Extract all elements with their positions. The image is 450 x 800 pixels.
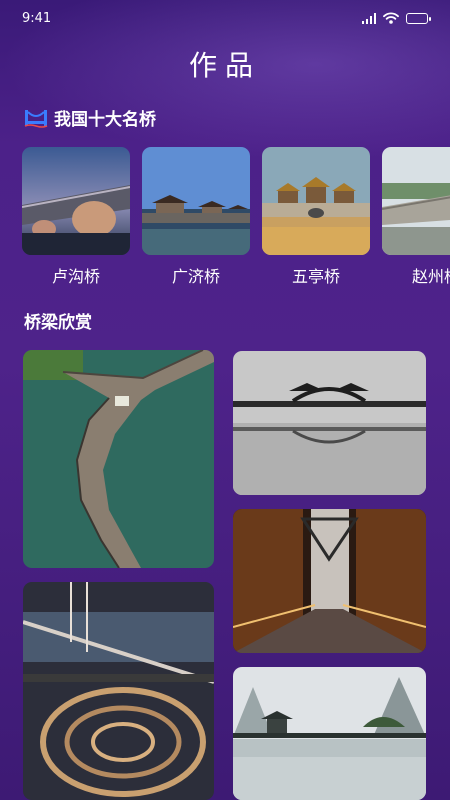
famous-bridges-header: 我国十大名桥 xyxy=(24,105,156,130)
wifi-icon xyxy=(383,12,399,24)
status-time: 9:41 xyxy=(22,10,52,26)
bridge-card-zhaozhou[interactable]: 赵州桥 xyxy=(382,147,450,287)
bridge-icon xyxy=(24,109,48,128)
bridge-card-guangji[interactable]: 广济桥 xyxy=(142,147,250,287)
signal-icon xyxy=(361,12,376,24)
page-title: 作品 xyxy=(188,49,261,82)
interchange-cable-bridge-night-photo[interactable] xyxy=(23,582,214,800)
bridge-name: 赵州桥 xyxy=(411,267,450,286)
grey-arch-bridge-reflection-photo[interactable] xyxy=(233,351,426,495)
app-screen: { "status_bar": { "time": "9:41", "icons… xyxy=(0,0,450,800)
gallery-title: 桥梁欣赏 xyxy=(24,313,92,333)
stone-bridge-photo xyxy=(382,147,450,255)
famous-bridges-title: 我国十大名桥 xyxy=(54,110,156,130)
bridge-card-lugou[interactable]: 卢沟桥 xyxy=(22,147,130,287)
stone-arch-bridge-night-photo xyxy=(22,147,130,255)
famous-bridges-carousel[interactable]: 卢沟桥 广济桥 五亭桥 赵州 xyxy=(22,147,450,287)
status-bar: 9:41 xyxy=(0,0,450,36)
status-icons xyxy=(361,12,431,24)
bridge-name: 卢沟桥 xyxy=(51,267,100,286)
bridge-name: 广济桥 xyxy=(171,267,220,286)
gallery-header: 桥梁欣赏 xyxy=(24,308,92,333)
misty-pavilion-bridge-photo[interactable] xyxy=(233,667,426,800)
winding-boardwalk-photo[interactable] xyxy=(23,350,214,568)
bridge-card-wuting[interactable]: 五亭桥 xyxy=(262,147,370,287)
battery-icon xyxy=(406,12,431,24)
lit-city-footbridge-photo[interactable] xyxy=(233,509,426,653)
bridge-name: 五亭桥 xyxy=(291,267,340,286)
pavilion-bridge-photo xyxy=(142,147,250,255)
five-pavilion-bridge-photo xyxy=(262,147,370,255)
